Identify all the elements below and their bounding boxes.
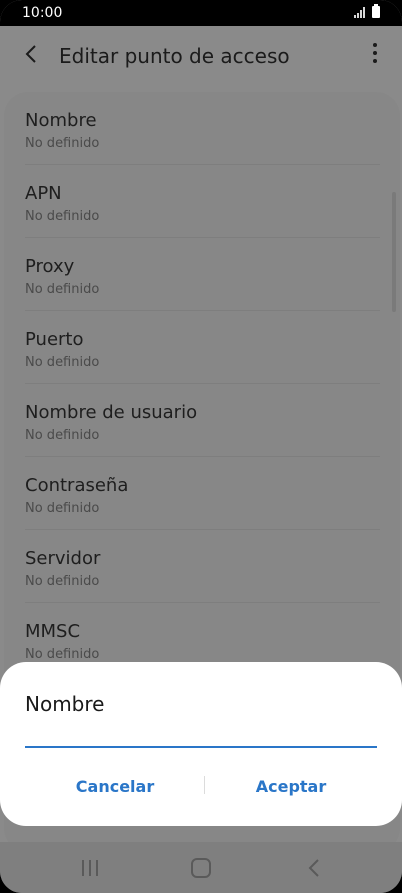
- scrollbar[interactable]: [392, 192, 396, 312]
- list-item-proxy[interactable]: Proxy No definido: [25, 238, 380, 311]
- status-time: 10:00: [22, 5, 63, 21]
- cancel-button[interactable]: Cancelar: [60, 772, 170, 800]
- phone-screen: 10:00 Editar punto de acceso Nombre No d…: [0, 0, 402, 893]
- list-item-apn[interactable]: APN No definido: [25, 165, 380, 238]
- back-arrow-icon[interactable]: [20, 42, 44, 66]
- more-options-icon[interactable]: [372, 43, 378, 67]
- button-divider: [204, 776, 205, 794]
- list-item-value: No definido: [25, 428, 100, 443]
- list-item-value: No definido: [25, 647, 100, 662]
- list-item-title: MMSC: [25, 621, 81, 642]
- camera-notch: [170, 0, 232, 26]
- dialog-title: Nombre: [25, 692, 105, 716]
- list-item-title: Puerto: [25, 329, 84, 350]
- list-item-title: Nombre de usuario: [25, 402, 198, 423]
- list-item-value: No definido: [25, 282, 100, 297]
- battery-icon: [372, 4, 380, 18]
- signal-icon: [354, 7, 368, 18]
- list-item-servidor[interactable]: Servidor No definido: [25, 530, 380, 603]
- list-item-puerto[interactable]: Puerto No definido: [25, 311, 380, 384]
- status-icons: [354, 4, 380, 18]
- list-item-title: APN: [25, 183, 62, 204]
- name-edit-dialog: Nombre Cancelar Aceptar: [0, 662, 402, 826]
- status-bar: 10:00: [0, 0, 402, 26]
- list-item-value: No definido: [25, 501, 100, 516]
- home-icon[interactable]: [191, 858, 211, 878]
- nav-back-icon[interactable]: [306, 858, 322, 878]
- list-item-nombre[interactable]: Nombre No definido: [25, 92, 380, 165]
- recent-apps-icon[interactable]: [80, 860, 100, 876]
- list-item-title: Proxy: [25, 256, 75, 277]
- list-item-value: No definido: [25, 355, 100, 370]
- page-title: Editar punto de acceso: [59, 44, 290, 68]
- list-item-title: Contraseña: [25, 475, 129, 496]
- list-item-nombre-de-usuario[interactable]: Nombre de usuario No definido: [25, 384, 380, 457]
- list-item-value: No definido: [25, 136, 100, 151]
- name-input[interactable]: [25, 726, 377, 748]
- list-item-title: Nombre: [25, 110, 97, 131]
- list-item-contrasena[interactable]: Contraseña No definido: [25, 457, 380, 530]
- accept-button[interactable]: Aceptar: [236, 772, 346, 800]
- app-bar: Editar punto de acceso: [0, 26, 402, 90]
- navigation-bar: [0, 842, 402, 893]
- list-item-value: No definido: [25, 574, 100, 589]
- list-item-value: No definido: [25, 209, 100, 224]
- list-item-title: Servidor: [25, 548, 101, 569]
